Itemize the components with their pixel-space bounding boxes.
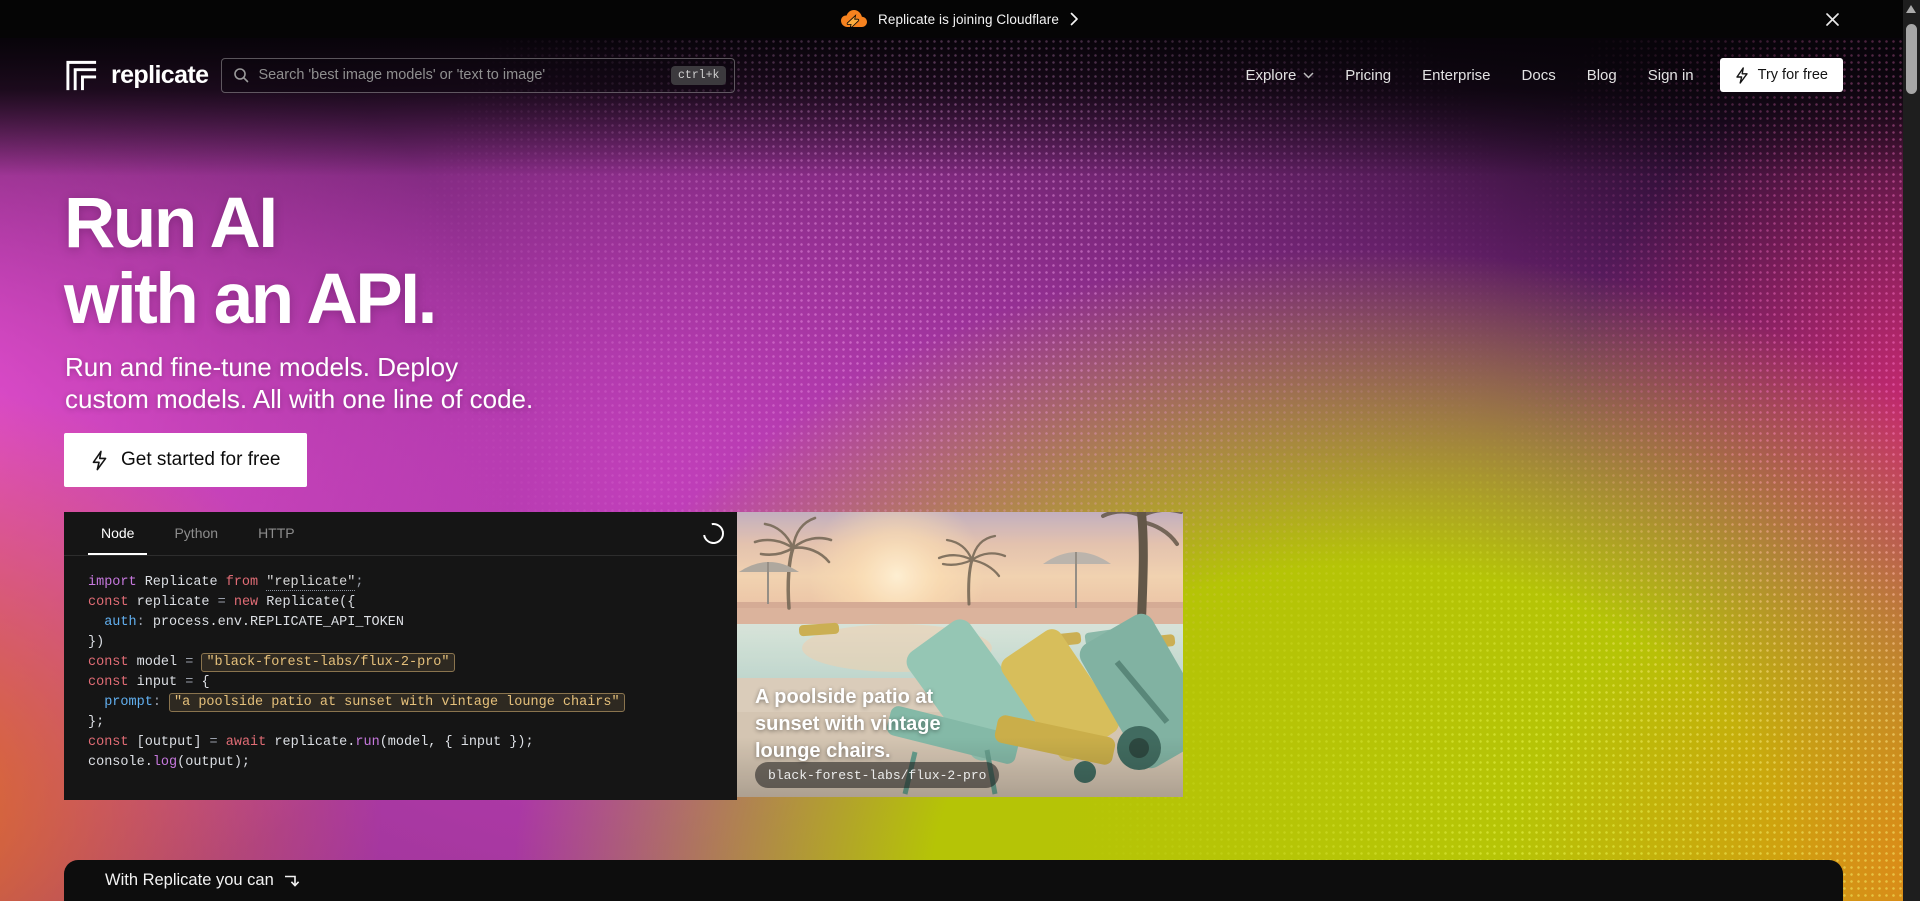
- hero-subtitle-line2: custom models. All with one line of code…: [65, 383, 533, 415]
- code-line: auth: process.env.REPLICATE_API_TOKEN: [88, 613, 737, 633]
- bolt-icon: [91, 450, 108, 471]
- bottom-section-strip: With Replicate you can: [64, 860, 1843, 901]
- code-tab-node[interactable]: Node: [88, 512, 147, 555]
- replicate-logo-mark-icon: [64, 58, 99, 93]
- hero-title-line2: with an API.: [64, 262, 435, 338]
- close-icon: [1825, 12, 1840, 27]
- bolt-icon: [1735, 67, 1749, 84]
- nav-link-docs[interactable]: Docs: [1522, 67, 1556, 84]
- code-line: };: [88, 713, 737, 733]
- banner-link[interactable]: Replicate is joining Cloudflare: [0, 0, 1920, 38]
- nav-link-enterprise[interactable]: Enterprise: [1422, 67, 1490, 84]
- chevron-down-icon: [1303, 72, 1314, 79]
- chevron-right-icon: [1070, 12, 1079, 26]
- hero-subtitle-line1: Run and fine-tune models. Deploy: [65, 351, 533, 383]
- scrollbar-thumb[interactable]: [1906, 24, 1917, 94]
- hero-title-line1: Run AI: [64, 186, 435, 262]
- announcement-banner: Replicate is joining Cloudflare: [0, 0, 1920, 38]
- code-line: const input = {: [88, 673, 737, 693]
- nav-links: Explore Pricing Enterprise Docs Blog Sign in: [1245, 67, 1693, 84]
- code-line: prompt: "a poolside patio at sunset with…: [88, 693, 737, 713]
- showcase-caption-line: sunset with vintage: [755, 711, 941, 738]
- code-line: }): [88, 633, 737, 653]
- bottom-strip-text: With Replicate you can: [105, 871, 274, 890]
- get-started-button[interactable]: Get started for free: [64, 433, 307, 487]
- banner-text: Replicate is joining Cloudflare: [878, 12, 1059, 27]
- replicate-homepage: Replicate is joining Cloudflare replicat…: [0, 0, 1920, 901]
- code-line: const [output] = await replicate.run(mod…: [88, 733, 737, 753]
- search-box[interactable]: ctrl+k: [221, 58, 735, 93]
- vertical-scrollbar[interactable]: [1903, 0, 1920, 901]
- replicate-logo[interactable]: replicate: [64, 58, 208, 93]
- scrollbar-up-arrow[interactable]: [1906, 5, 1916, 13]
- replicate-logo-text: replicate: [111, 61, 208, 90]
- cloudflare-logo-icon: [841, 10, 867, 28]
- search-shortcut-hint: ctrl+k: [671, 66, 726, 85]
- hero-title: Run AI with an API.: [64, 186, 435, 338]
- arrow-right-down-icon: [283, 872, 301, 889]
- code-example-panel: Node Python HTTP import Replicate from "re…: [64, 512, 737, 800]
- showcase-caption-line: A poolside patio at: [755, 684, 941, 711]
- get-started-label: Get started for free: [121, 449, 280, 471]
- generated-image-showcase[interactable]: A poolside patio atsunset with vintagelo…: [737, 512, 1183, 797]
- nav-link-explore[interactable]: Explore: [1245, 67, 1314, 84]
- code-tab-python[interactable]: Python: [161, 512, 231, 555]
- code-line: console.log(output);: [88, 753, 737, 773]
- code-line: import Replicate from "replicate";: [88, 573, 737, 593]
- nav-link-blog[interactable]: Blog: [1587, 67, 1617, 84]
- code-language-tabs: Node Python HTTP: [64, 512, 737, 556]
- code-line: const model = "black-forest-labs/flux-2-…: [88, 653, 737, 673]
- loading-spinner: [699, 519, 728, 548]
- showcase-caption-line: lounge chairs.: [755, 738, 941, 765]
- code-line: const replicate = new Replicate({: [88, 593, 737, 613]
- banner-close-button[interactable]: [1820, 7, 1844, 31]
- model-badge[interactable]: black-forest-labs/flux-2-pro: [755, 762, 999, 788]
- try-for-free-button[interactable]: Try for free: [1720, 58, 1843, 92]
- top-navigation: replicate ctrl+k Explore Pricing Enterpris…: [0, 38, 1920, 112]
- nav-link-pricing[interactable]: Pricing: [1345, 67, 1391, 84]
- search-input[interactable]: [258, 67, 662, 83]
- search-icon: [233, 67, 249, 83]
- nav-link-sign-in[interactable]: Sign in: [1648, 67, 1694, 84]
- try-for-free-label: Try for free: [1758, 67, 1828, 83]
- showcase-caption: A poolside patio atsunset with vintagelo…: [755, 684, 941, 765]
- code-tab-http[interactable]: HTTP: [245, 512, 308, 555]
- code-block: import Replicate from "replicate";const …: [64, 556, 737, 773]
- hero-subtitle: Run and fine-tune models. Deploy custom …: [65, 351, 533, 415]
